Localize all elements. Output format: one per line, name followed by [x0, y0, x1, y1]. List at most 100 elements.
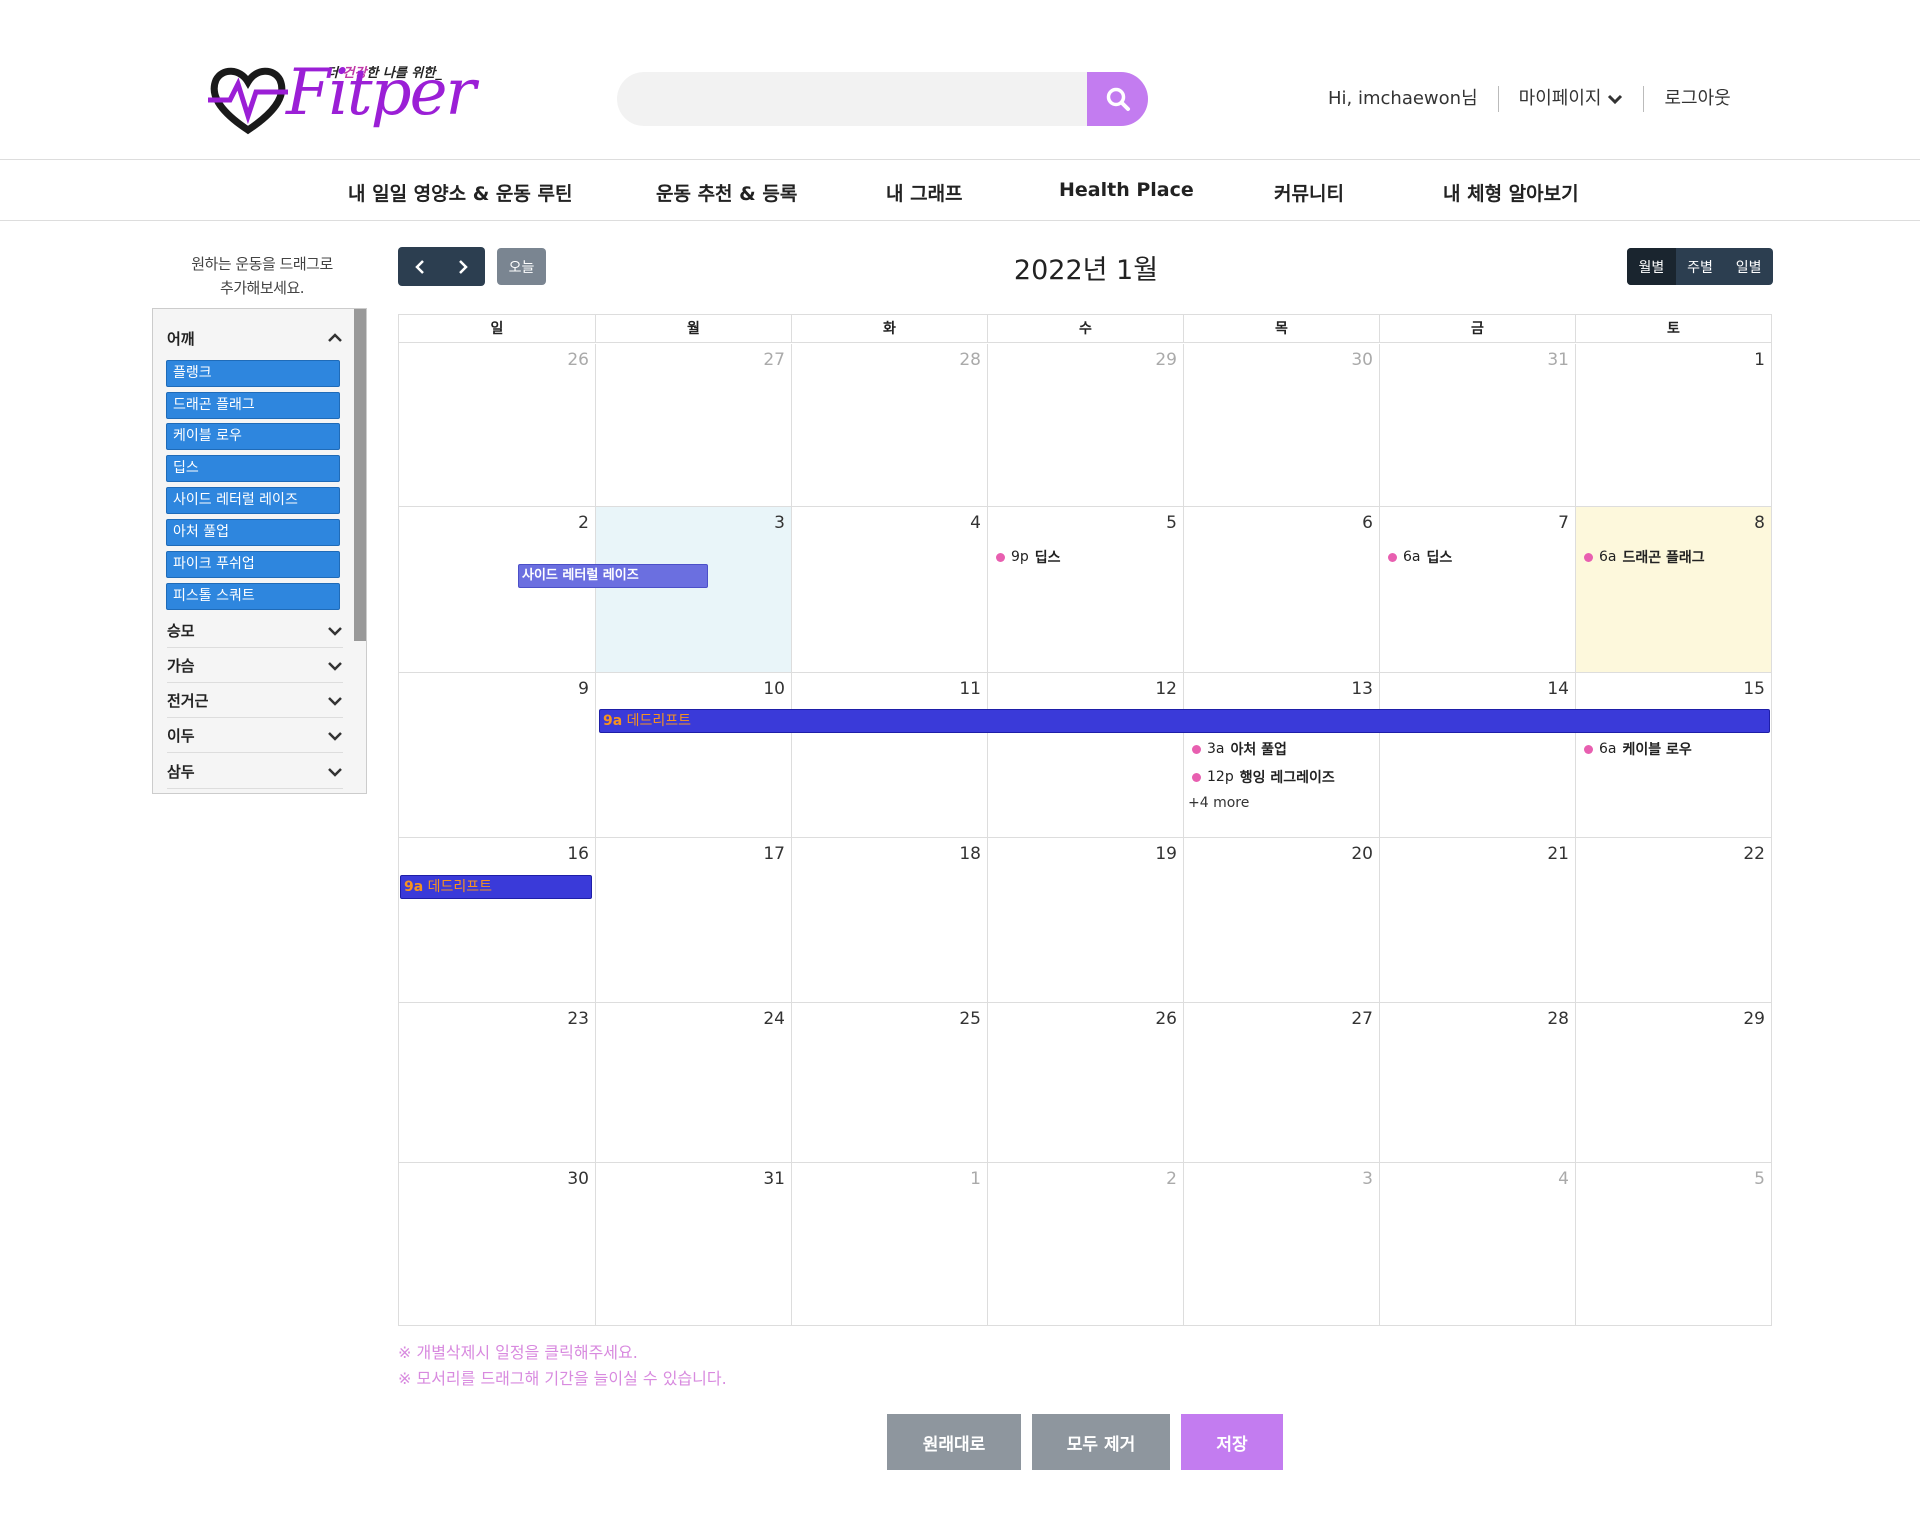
- calendar-day-cell[interactable]: 2: [399, 507, 595, 672]
- calendar-day-cell[interactable]: 9: [399, 673, 595, 837]
- calendar-day-cell[interactable]: 10: [595, 673, 791, 837]
- day-number[interactable]: 22: [1743, 844, 1765, 864]
- prev-month-button[interactable]: [398, 247, 442, 286]
- exercise-item[interactable]: 피스톨 스쿼트: [166, 583, 340, 610]
- calendar-day-cell[interactable]: 20: [1183, 838, 1379, 1002]
- more-events-link[interactable]: +4 more: [1188, 795, 1249, 811]
- day-number[interactable]: 4: [970, 513, 981, 533]
- calendar-day-cell[interactable]: 27: [1183, 1003, 1379, 1162]
- exercise-item[interactable]: 딥스: [166, 455, 340, 482]
- calendar-event[interactable]: 6a 케이블 로우: [1584, 739, 1692, 759]
- calendar-event-deadlift[interactable]: 9a 데드리프트: [599, 709, 1770, 733]
- day-number[interactable]: 24: [763, 1009, 785, 1029]
- day-number[interactable]: 4: [1558, 1169, 1569, 1189]
- day-number[interactable]: 3: [1362, 1169, 1373, 1189]
- day-number[interactable]: 12: [1155, 679, 1177, 699]
- day-number[interactable]: 18: [959, 844, 981, 864]
- clear-all-button[interactable]: 모두 제거: [1032, 1414, 1170, 1470]
- view-month-button[interactable]: 월별: [1627, 248, 1676, 285]
- reset-button[interactable]: 원래대로: [887, 1414, 1021, 1470]
- exercise-item[interactable]: 드래곤 플래그: [166, 392, 340, 419]
- calendar-day-cell[interactable]: 28: [1379, 1003, 1575, 1162]
- nav-my-graph[interactable]: 내 그래프: [886, 179, 963, 206]
- calendar-day-cell[interactable]: 29: [987, 344, 1183, 506]
- day-number[interactable]: 13: [1351, 679, 1373, 699]
- group-header-biceps[interactable]: 이두: [167, 719, 343, 753]
- sidebar-scrollbar[interactable]: [354, 309, 366, 641]
- calendar-day-cell[interactable]: 31: [1379, 344, 1575, 506]
- calendar-day-cell[interactable]: 2: [987, 1163, 1183, 1326]
- calendar-day-cell[interactable]: 16: [399, 838, 595, 1002]
- day-number[interactable]: 28: [1547, 1009, 1569, 1029]
- day-number[interactable]: 17: [763, 844, 785, 864]
- calendar-day-cell[interactable]: 27: [595, 344, 791, 506]
- calendar-event-drag[interactable]: 사이드 레터럴 레이즈: [518, 564, 708, 588]
- calendar-day-cell[interactable]: 1: [791, 1163, 987, 1326]
- exercise-item[interactable]: 케이블 로우: [166, 423, 340, 450]
- calendar-day-cell[interactable]: 26: [399, 344, 595, 506]
- day-number[interactable]: 5: [1754, 1169, 1765, 1189]
- logout-link[interactable]: 로그아웃: [1643, 86, 1750, 112]
- day-number[interactable]: 2: [1166, 1169, 1177, 1189]
- calendar-day-cell[interactable]: 5: [1575, 1163, 1771, 1326]
- exercise-item[interactable]: 아처 풀업: [166, 519, 340, 546]
- calendar-day-cell[interactable]: 29: [1575, 1003, 1771, 1162]
- day-number[interactable]: 7: [1558, 513, 1569, 533]
- nav-body-type[interactable]: 내 체형 알아보기: [1443, 179, 1579, 206]
- site-logo[interactable]: 더 건강한 나를 위한_ Fitper: [208, 52, 476, 142]
- search-input[interactable]: [637, 72, 1077, 126]
- calendar-day-cell[interactable]: 11: [791, 673, 987, 837]
- group-header-trapezius[interactable]: 승모: [167, 614, 343, 648]
- day-number[interactable]: 28: [959, 350, 981, 370]
- day-number[interactable]: 6: [1362, 513, 1373, 533]
- nav-daily-routine[interactable]: 내 일일 영양소 & 운동 루틴: [348, 179, 572, 206]
- calendar-day-cell[interactable]: 24: [595, 1003, 791, 1162]
- group-header-triceps[interactable]: 삼두: [167, 755, 343, 789]
- day-number[interactable]: 15: [1743, 679, 1765, 699]
- day-number[interactable]: 11: [959, 679, 981, 699]
- calendar-day-cell[interactable]: 23: [399, 1003, 595, 1162]
- day-number[interactable]: 26: [567, 350, 589, 370]
- day-number[interactable]: 23: [567, 1009, 589, 1029]
- day-number[interactable]: 30: [567, 1169, 589, 1189]
- day-number[interactable]: 20: [1351, 844, 1373, 864]
- day-number[interactable]: 29: [1743, 1009, 1765, 1029]
- calendar-day-cell[interactable]: 3: [595, 507, 791, 672]
- calendar-event[interactable]: 6a 드래곤 플래그: [1584, 547, 1705, 567]
- calendar-day-cell[interactable]: 26: [987, 1003, 1183, 1162]
- calendar-event[interactable]: 9p 딥스: [996, 547, 1061, 567]
- view-day-button[interactable]: 일별: [1724, 248, 1773, 285]
- calendar-day-cell[interactable]: 28: [791, 344, 987, 506]
- calendar-day-cell[interactable]: 1: [1575, 344, 1771, 506]
- calendar-day-cell[interactable]: 6: [1183, 507, 1379, 672]
- exercise-item[interactable]: 사이드 레터럴 레이즈: [166, 487, 340, 514]
- calendar-day-cell[interactable]: 31: [595, 1163, 791, 1326]
- calendar-day-cell[interactable]: 22: [1575, 838, 1771, 1002]
- calendar-event-deadlift[interactable]: 9a 데드리프트: [400, 875, 592, 899]
- day-number[interactable]: 1: [1754, 350, 1765, 370]
- day-number[interactable]: 8: [1754, 513, 1765, 533]
- calendar-day-cell[interactable]: 19: [987, 838, 1183, 1002]
- day-number[interactable]: 9: [578, 679, 589, 699]
- group-header-chest[interactable]: 가슴: [167, 649, 343, 683]
- group-header-serratus[interactable]: 전거근: [167, 684, 343, 718]
- day-number[interactable]: 3: [774, 513, 785, 533]
- nav-exercise-recommend[interactable]: 운동 추천 & 등록: [656, 179, 797, 206]
- calendar-day-cell[interactable]: 14: [1379, 673, 1575, 837]
- calendar-day-cell-today[interactable]: 8: [1575, 507, 1771, 672]
- calendar-day-cell[interactable]: 4: [1379, 1163, 1575, 1326]
- day-number[interactable]: 5: [1166, 513, 1177, 533]
- view-week-button[interactable]: 주별: [1676, 248, 1725, 285]
- day-number[interactable]: 21: [1547, 844, 1569, 864]
- day-number[interactable]: 25: [959, 1009, 981, 1029]
- day-number[interactable]: 10: [763, 679, 785, 699]
- day-number[interactable]: 30: [1351, 350, 1373, 370]
- nav-community[interactable]: 커뮤니티: [1274, 179, 1344, 206]
- calendar-day-cell[interactable]: 12: [987, 673, 1183, 837]
- day-number[interactable]: 29: [1155, 350, 1177, 370]
- calendar-day-cell[interactable]: 18: [791, 838, 987, 1002]
- calendar-day-cell[interactable]: 7: [1379, 507, 1575, 672]
- calendar-day-cell[interactable]: 5: [987, 507, 1183, 672]
- next-month-button[interactable]: [442, 247, 486, 286]
- day-number[interactable]: 27: [1351, 1009, 1373, 1029]
